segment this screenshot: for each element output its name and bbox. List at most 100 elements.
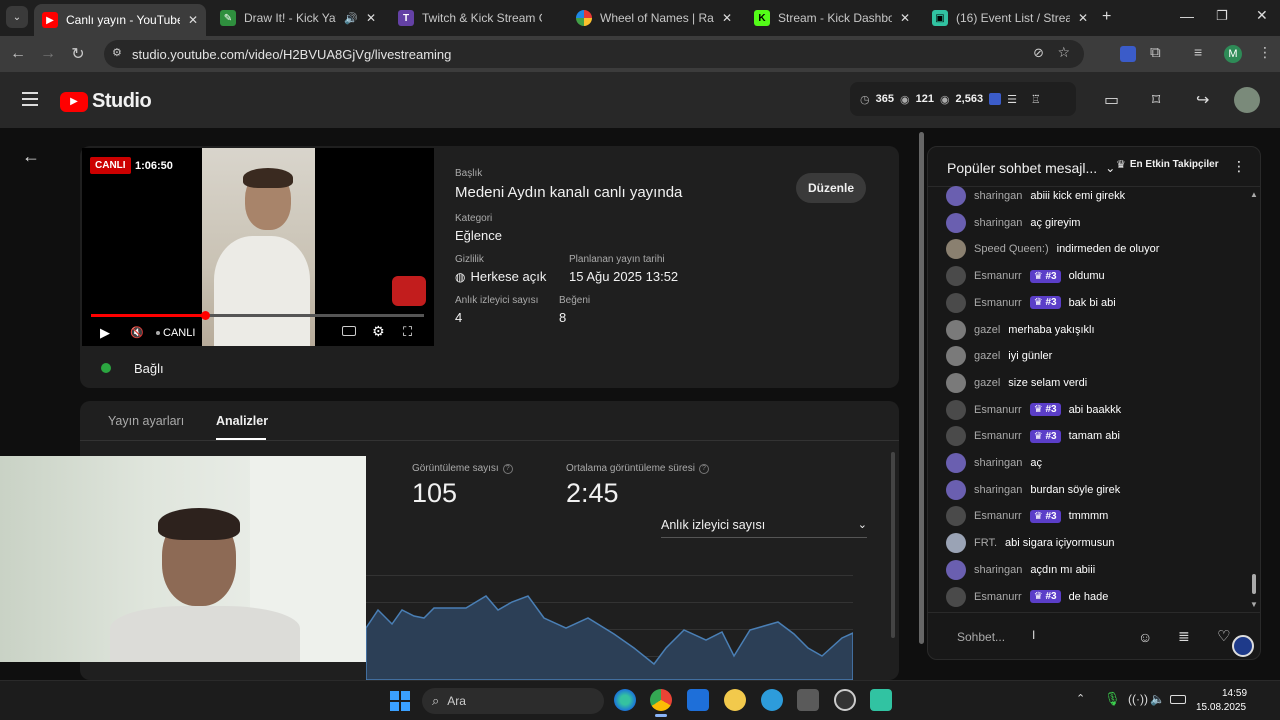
chat-avatar[interactable] [946, 479, 966, 500]
chat-avatar[interactable] [946, 426, 966, 447]
scroll-thumb[interactable] [1252, 574, 1256, 594]
scroll-up-icon[interactable]: ▲ [1250, 190, 1258, 199]
tab-kick-dashboard[interactable]: K Stream - Kick Dashboard ✕ [746, 4, 918, 32]
volume-icon[interactable]: 🔈 [1150, 692, 1165, 706]
settings-gear-icon[interactable]: ⚙ [372, 323, 385, 340]
chat-avatar[interactable] [946, 399, 966, 420]
fullscreen-icon[interactable]: ⛶ [403, 324, 412, 340]
edge-icon[interactable] [614, 689, 636, 711]
subtitles-icon[interactable] [342, 326, 356, 336]
app-icon[interactable] [761, 689, 783, 711]
popout-player-icon[interactable]: ▭ [1104, 90, 1119, 110]
chat-avatar[interactable] [946, 372, 966, 393]
chat-author-name[interactable]: sharingan [974, 217, 1022, 229]
floating-action-icon[interactable] [1232, 635, 1254, 657]
chat-message[interactable]: sharingan aç [946, 452, 1042, 474]
bookmark-icon[interactable]: ⌑ [1152, 90, 1160, 110]
account-avatar[interactable] [1234, 87, 1260, 113]
tab-list-button[interactable]: ⌄ [6, 6, 28, 28]
chat-avatar[interactable] [946, 266, 966, 287]
tab-draw-it[interactable]: ✎ Draw It! - Kick Yayınları 🔊 ✕ [212, 4, 384, 32]
tab-wheel-of-names[interactable]: Wheel of Names | Rastgele ✕ [568, 4, 740, 32]
chat-message[interactable]: Esmanurr ♛ #3 tmmmm [946, 505, 1108, 527]
chat-author-name[interactable]: Esmanurr [974, 404, 1022, 416]
address-bar[interactable]: ⚙ studio.youtube.com/video/H2BVUA8GjVg/l… [104, 40, 1084, 68]
chat-author-name[interactable]: gazel [974, 377, 1000, 389]
reload-button[interactable]: ↻ [68, 44, 88, 64]
clock-time[interactable]: 14:59 [1222, 688, 1247, 699]
chat-message[interactable]: sharingan abiii kick emi girekk [946, 185, 1125, 207]
chat-message[interactable]: gazel size selam verdi [946, 372, 1087, 394]
streamlabs-icon[interactable] [870, 689, 892, 711]
chat-message[interactable]: sharingan açdın mı abiii [946, 559, 1095, 581]
analytics-scrollbar[interactable] [891, 452, 895, 638]
chat-author-name[interactable]: Esmanurr [974, 297, 1022, 309]
tab-youtube-studio[interactable]: ▶ Canlı yayın - YouTube Stud ✕ [34, 4, 206, 36]
close-icon[interactable]: ✕ [1078, 11, 1088, 25]
eye-off-icon[interactable]: ⊘ [1033, 45, 1044, 61]
chat-header-title[interactable]: Popüler sohbet mesajl... ⌄ [947, 160, 1115, 176]
chat-message[interactable]: Esmanurr ♛ #3 abi baakkk [946, 399, 1121, 421]
battery-icon[interactable] [1170, 695, 1186, 704]
top-fans-button[interactable]: ♛ En Etkin Takipçiler [1116, 158, 1219, 171]
windows-start-icon[interactable] [390, 691, 410, 711]
play-icon[interactable]: ▶ [100, 325, 110, 341]
realtime-stats-pill[interactable]: ◷ 365 ◉ 121 ◉ 2,563 ☰ ♖ [850, 82, 1076, 116]
main-scrollbar[interactable] [919, 132, 924, 644]
chat-message[interactable]: gazel merhaba yakışıklı [946, 319, 1095, 341]
close-icon[interactable]: ✕ [188, 13, 198, 27]
site-info-icon[interactable]: ⚙ [112, 46, 122, 59]
close-icon[interactable]: ✕ [900, 11, 910, 25]
help-icon[interactable]: ? [698, 463, 709, 474]
chat-message[interactable]: sharingan aç gireyim [946, 212, 1080, 234]
player-live-indicator[interactable]: CANLI [156, 327, 195, 339]
wifi-icon[interactable]: ((·)) [1128, 692, 1148, 706]
chat-author-name[interactable]: FRT. [974, 537, 997, 549]
chat-avatar[interactable] [946, 559, 966, 580]
close-window-button[interactable]: ✕ [1256, 7, 1268, 24]
forward-button[interactable]: → [38, 44, 58, 64]
mute-icon[interactable]: 🔇 [130, 326, 144, 339]
chat-avatar[interactable] [946, 453, 966, 473]
microphone-icon[interactable]: 🎙 [1104, 691, 1121, 707]
tab-twitch-kick[interactable]: T Twitch & Kick Stream Gam [390, 4, 562, 32]
chrome-icon[interactable] [650, 689, 672, 711]
chat-author-name[interactable]: gazel [974, 350, 1000, 362]
chat-avatar[interactable] [946, 586, 966, 607]
close-icon[interactable]: ✕ [722, 11, 732, 25]
chat-input[interactable]: Sohbet... [957, 630, 1005, 644]
scroll-down-icon[interactable]: ▼ [1250, 600, 1258, 609]
restore-button[interactable]: ❐ [1216, 8, 1228, 24]
calculator-icon[interactable] [797, 689, 819, 711]
chat-options-icon[interactable]: ≣ [1178, 628, 1190, 645]
share-icon[interactable]: ↪ [1196, 90, 1209, 110]
emoji-icon[interactable]: ☺ [1138, 629, 1152, 645]
progress-scrubber[interactable] [201, 311, 210, 320]
chat-avatar[interactable] [946, 319, 966, 340]
chat-avatar[interactable] [946, 292, 966, 313]
speaker-icon[interactable]: 🔊 [344, 12, 358, 25]
tab-analytics[interactable]: Analizler [216, 414, 268, 428]
chat-message[interactable]: gazel iyi günler [946, 345, 1052, 367]
app-icon[interactable] [724, 689, 746, 711]
back-arrow-icon[interactable]: ← [22, 146, 40, 167]
chat-menu-icon[interactable]: ⋮ [1232, 158, 1246, 175]
progress-bar[interactable] [91, 314, 424, 317]
tab-streamlabs[interactable]: ▣ (16) Event List / Streamlab ✕ [924, 4, 1096, 32]
chat-author-name[interactable]: Esmanurr [974, 591, 1022, 603]
chat-message[interactable]: Esmanurr ♛ #3 bak bi abi [946, 292, 1116, 314]
chat-author-name[interactable]: sharingan [974, 457, 1022, 469]
back-button[interactable]: ← [8, 44, 28, 64]
bookmark-star-icon[interactable]: ☆ [1057, 44, 1070, 61]
chat-avatar[interactable] [946, 346, 966, 367]
close-icon[interactable]: ✕ [366, 11, 376, 25]
chat-message[interactable]: sharingan burdan söyle girek [946, 479, 1120, 501]
minimize-button[interactable]: — [1180, 8, 1194, 24]
chat-avatar[interactable] [946, 533, 966, 554]
chat-author-name[interactable]: Esmanurr [974, 270, 1022, 282]
store-icon[interactable] [687, 689, 709, 711]
hamburger-menu-icon[interactable] [22, 92, 38, 106]
chat-author-name[interactable]: Esmanurr [974, 430, 1022, 442]
obs-icon[interactable] [834, 689, 856, 711]
clock-date[interactable]: 15.08.2025 [1196, 702, 1246, 713]
